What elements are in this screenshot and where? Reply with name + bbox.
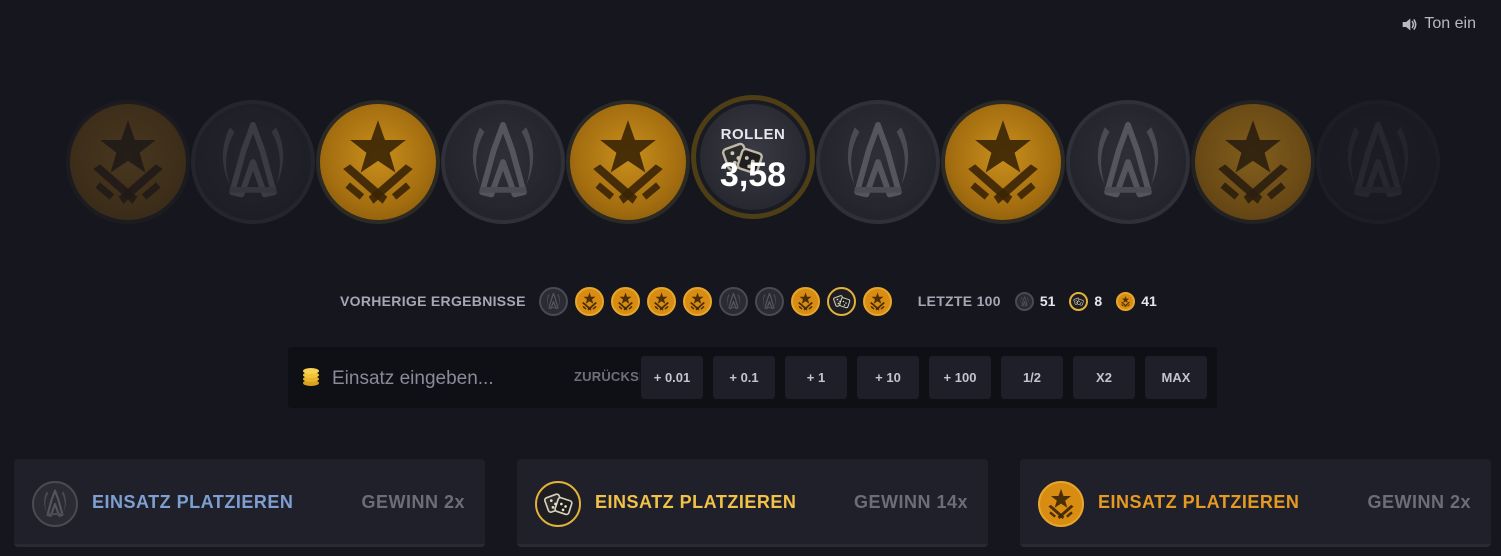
- add-1-button[interactable]: + 1: [785, 356, 847, 399]
- ct-badge-icon: [541, 289, 566, 314]
- t-badge-icon: [1040, 483, 1082, 525]
- stat-t: 41: [1116, 291, 1157, 311]
- strip-coin-ct: [1316, 100, 1440, 224]
- previous-results-label: VORHERIGE ERGEBNISSE: [340, 293, 526, 309]
- place-bet-t[interactable]: EINSATZ PLATZIEREN GEWINN 2x: [1020, 459, 1491, 547]
- ct-badge-icon: [1017, 294, 1032, 309]
- strip-coin-t: [66, 100, 190, 224]
- roll-label: ROLLEN: [720, 126, 786, 143]
- add-001-button[interactable]: + 0.01: [641, 356, 703, 399]
- place-bet-ct[interactable]: EINSATZ PLATZIEREN GEWINN 2x: [14, 459, 485, 547]
- add-100-button[interactable]: + 100: [929, 356, 991, 399]
- t-badge-icon: [649, 289, 674, 314]
- previous-results: VORHERIGE ERGEBNISSE LETZTE 100 51 8 41: [340, 286, 1157, 316]
- roulette-strip: ROLLEN 3,58: [0, 95, 1501, 225]
- add-10-button[interactable]: + 10: [857, 356, 919, 399]
- ct-badge-icon: [195, 104, 311, 220]
- payout-label: GEWINN 2x: [1367, 492, 1471, 512]
- stat-count: 51: [1039, 293, 1056, 309]
- strip-coin-t: [1191, 100, 1315, 224]
- t-badge-icon: [320, 104, 436, 220]
- strip-coin-ct: [191, 100, 315, 224]
- ct-badge-icon: [1014, 291, 1034, 311]
- result-t: [790, 286, 820, 316]
- t-badge-icon: [570, 104, 686, 220]
- place-bet-label: EINSATZ PLATZIEREN: [1098, 492, 1300, 512]
- ct-badge-icon: [34, 483, 76, 525]
- place-bet-label: EINSATZ PLATZIEREN: [595, 492, 797, 512]
- dice-icon: [1071, 294, 1086, 309]
- stat-count: 41: [1141, 293, 1157, 309]
- dice-icon: [1069, 291, 1089, 311]
- t-badge-icon: [685, 289, 710, 314]
- ct-badge-icon: [1320, 104, 1436, 220]
- speaker-icon: [1403, 18, 1417, 30]
- sound-label: Ton ein: [1424, 15, 1476, 32]
- half-button[interactable]: 1/2: [1001, 356, 1063, 399]
- strip-coin-ct: [1066, 100, 1190, 224]
- bet-controls: ZURÜCKSETZEN + 0.01+ 0.1+ 1+ 10+ 1001/2X…: [288, 347, 1217, 408]
- stat-ct: 51: [1014, 291, 1056, 311]
- ct-badge-icon: [721, 289, 746, 314]
- result-t: [610, 286, 640, 316]
- place-bet-dice[interactable]: EINSATZ PLATZIEREN GEWINN 14x: [517, 459, 988, 547]
- reset-button[interactable]: ZURÜCKSETZEN: [574, 369, 640, 384]
- last-100-label: LETZTE 100: [917, 293, 1001, 309]
- t-badge-icon: [1118, 294, 1133, 309]
- t-badge-icon: [577, 289, 602, 314]
- place-bet-label: EINSATZ PLATZIEREN: [92, 492, 294, 512]
- result-ct: [718, 286, 748, 316]
- sound-toggle[interactable]: Ton ein: [1401, 15, 1476, 33]
- max-button[interactable]: MAX: [1145, 356, 1207, 399]
- t-badge-icon: [613, 289, 638, 314]
- t-badge-icon: [945, 104, 1061, 220]
- dice-icon: [535, 481, 581, 527]
- ct-badge-icon: [445, 104, 561, 220]
- ct-badge-icon: [32, 481, 78, 527]
- payout-label: GEWINN 2x: [361, 492, 465, 512]
- ct-badge-icon: [1070, 104, 1186, 220]
- ct-badge-icon: [757, 289, 782, 314]
- strip-coin-t: [566, 100, 690, 224]
- result-ct: [538, 286, 568, 316]
- result-t: [574, 286, 604, 316]
- strip-coin-t: [941, 100, 1065, 224]
- bet-amount-input[interactable]: [330, 363, 564, 395]
- stat-dice: 8: [1069, 291, 1103, 311]
- dice-icon: [829, 289, 854, 314]
- t-badge-icon: [70, 104, 186, 220]
- t-badge-icon: [793, 289, 818, 314]
- result-t: [862, 286, 892, 316]
- ct-badge-icon: [820, 104, 936, 220]
- coins-icon: [303, 368, 319, 386]
- t-badge-icon: [865, 289, 890, 314]
- t-badge-icon: [1116, 291, 1136, 311]
- add-01-button[interactable]: + 0.1: [713, 356, 775, 399]
- strip-coin-ct: [441, 100, 565, 224]
- t-badge-icon: [1195, 104, 1311, 220]
- payout-label: GEWINN 14x: [853, 492, 968, 512]
- dice-icon: [537, 483, 579, 525]
- strip-coin-t: [316, 100, 440, 224]
- previous-results-list: [538, 286, 892, 316]
- t-badge-icon: [1038, 481, 1084, 527]
- last-100-stats: 51 8 41: [1001, 291, 1157, 311]
- roll-indicator: ROLLEN 3,58: [691, 95, 815, 219]
- double-button[interactable]: X2: [1073, 356, 1135, 399]
- result-ct: [754, 286, 784, 316]
- result-t: [646, 286, 676, 316]
- stat-count: 8: [1094, 293, 1103, 309]
- strip-coin-ct: [816, 100, 940, 224]
- result-dice: [826, 286, 856, 316]
- result-t: [682, 286, 712, 316]
- roll-value: 3,58: [719, 156, 787, 194]
